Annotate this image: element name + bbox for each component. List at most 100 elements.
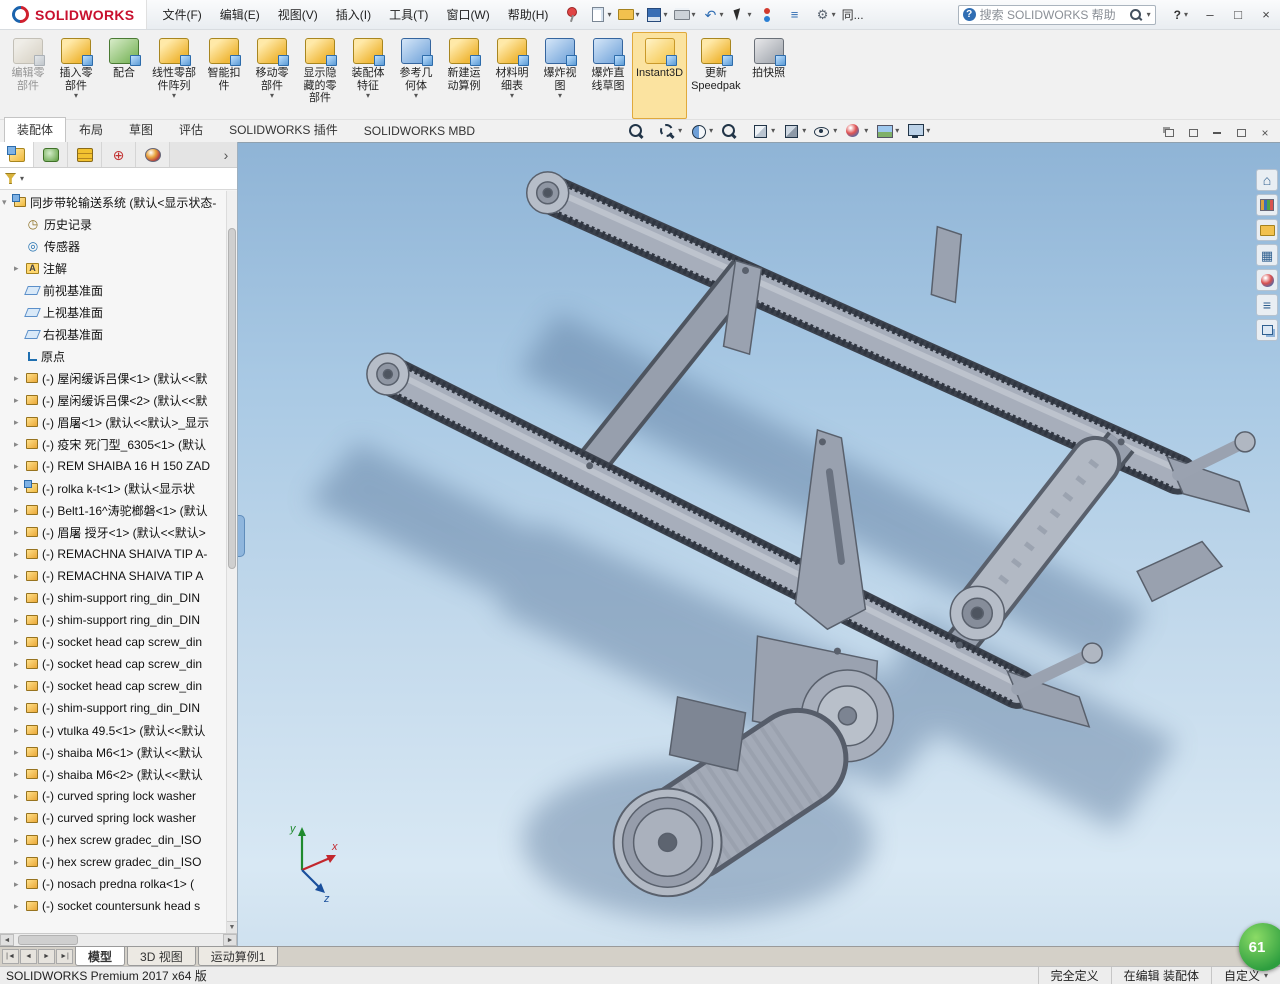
tree-item[interactable]: ▸ 历史记录: [0, 213, 226, 235]
tree-item[interactable]: ▸ (-) shaiba M6<1> (默认<<默认: [0, 741, 226, 763]
tree-item[interactable]: ▸ (-) socket countersunk head s: [0, 895, 226, 917]
panel-tab[interactable]: [102, 142, 136, 167]
view-tool-caret-icon[interactable]: ▾: [771, 127, 775, 135]
view-tool-button[interactable]: ▾: [657, 121, 682, 141]
tree-item[interactable]: ▸ (-) hex screw gradec_din_ISO: [0, 851, 226, 873]
tree-filter-row[interactable]: ▾: [0, 168, 237, 190]
tree-item[interactable]: ▸ (-) 屋闲缓诉吕倮<1> (默认<<默: [0, 367, 226, 389]
tree-item[interactable]: ▸ (-) REM SHAIBA 16 H 150 ZAD: [0, 455, 226, 477]
tree-item[interactable]: ▸ (-) socket head cap screw_din: [0, 653, 226, 675]
ribbon-dropdown-caret-icon[interactable]: ▾: [414, 92, 418, 100]
search-icon[interactable]: [1129, 8, 1143, 22]
document-close-button[interactable]: ×: [1254, 124, 1276, 142]
view-tool-caret-icon[interactable]: ▾: [926, 127, 930, 135]
tab-nav-button[interactable]: ►|: [56, 949, 73, 964]
toolbar-button[interactable]: ▾: [643, 6, 669, 24]
notification-badge[interactable]: 61: [1239, 923, 1280, 971]
maximize-button[interactable]: □: [1224, 0, 1252, 29]
expand-arrow-icon[interactable]: ▸: [14, 879, 25, 890]
tree-item[interactable]: ▸ 传感器: [0, 235, 226, 257]
ribbon-button[interactable]: 显示隐 藏的零 部件 ▾: [296, 32, 344, 119]
expand-arrow-icon[interactable]: ▸: [14, 395, 25, 406]
command-tab[interactable]: 草图: [116, 117, 166, 142]
expand-arrow-icon[interactable]: ▸: [14, 439, 25, 450]
view-tool-caret-icon[interactable]: ▾: [833, 127, 837, 135]
panel-tab[interactable]: [34, 142, 68, 167]
expand-arrow-icon[interactable]: ▸: [14, 373, 25, 384]
panel-tab[interactable]: [68, 142, 102, 167]
view-tool-button[interactable]: ▾: [781, 121, 806, 141]
expand-arrow-icon[interactable]: ▸: [14, 835, 25, 846]
tree-item[interactable]: ▸ 注解: [0, 257, 226, 279]
document-minimize-button[interactable]: [1206, 124, 1228, 142]
expand-arrow-icon[interactable]: ▸: [14, 505, 25, 516]
task-pane-tab-icon[interactable]: [1256, 194, 1278, 216]
ribbon-dropdown-caret-icon[interactable]: ▾: [366, 92, 370, 100]
menu-item[interactable]: 视图(V): [269, 2, 327, 27]
toolbar-button[interactable]: ▾: [784, 6, 810, 24]
help-button[interactable]: ? ▾: [1166, 8, 1196, 22]
ribbon-dropdown-caret-icon[interactable]: ▾: [510, 92, 514, 100]
expand-arrow-icon[interactable]: ▸: [14, 703, 25, 714]
panel-vertical-scrollbar[interactable]: ▼: [226, 191, 237, 933]
expand-arrow-icon[interactable]: ▸: [14, 637, 25, 648]
ribbon-button[interactable]: Instant3D ▾: [632, 32, 687, 119]
toolbar-button[interactable]: ▾: [728, 6, 754, 24]
ribbon-button[interactable]: 新建运 动算例 ▾: [440, 32, 488, 119]
tree-item[interactable]: ▸ 右视基准面: [0, 323, 226, 345]
menu-item[interactable]: 帮助(H): [499, 2, 558, 27]
ribbon-button[interactable]: 线性零部 件阵列 ▾: [148, 32, 200, 119]
command-tab[interactable]: 装配体: [4, 117, 66, 142]
model-tab[interactable]: 运动算例1: [198, 947, 279, 966]
scroll-right-icon[interactable]: ►: [223, 934, 237, 946]
ribbon-dropdown-caret-icon[interactable]: ▾: [558, 92, 562, 100]
tree-item[interactable]: ▸ (-) 眉屠 授牙<1> (默认<<默认>: [0, 521, 226, 543]
view-tool-button[interactable]: ▾: [843, 121, 868, 141]
tree-item[interactable]: ▸ (-) socket head cap screw_din: [0, 675, 226, 697]
ribbon-button[interactable]: 材料明 细表 ▾: [488, 32, 536, 119]
tab-nav-button[interactable]: ◄: [20, 949, 37, 964]
tree-item[interactable]: ▸ (-) rolka k-t<1> (默认<显示状: [0, 477, 226, 499]
ribbon-button[interactable]: 智能扣 件 ▾: [200, 32, 248, 119]
toolbar-button[interactable]: ▾: [700, 6, 726, 24]
tree-item[interactable]: ▸ (-) 疫宋 死门型_6305<1> (默认: [0, 433, 226, 455]
view-tool-button[interactable]: ▾: [812, 121, 837, 141]
ribbon-dropdown-caret-icon[interactable]: ▾: [270, 92, 274, 100]
tree-root-item[interactable]: ▾ 同步带轮输送系统 (默认<显示状态-: [0, 191, 226, 213]
tree-item[interactable]: ▸ (-) Belt1-16^涛驼榔磐<1> (默认: [0, 499, 226, 521]
tree-item[interactable]: ▸ (-) shim-support ring_din_DIN: [0, 609, 226, 631]
tree-item[interactable]: ▸ 上视基准面: [0, 301, 226, 323]
ribbon-button[interactable]: 编辑零 部件 ▾: [4, 32, 52, 119]
scroll-left-icon[interactable]: ◄: [0, 934, 14, 946]
expand-arrow-icon[interactable]: ▸: [14, 549, 25, 560]
document-restore-button[interactable]: [1230, 124, 1252, 142]
menu-item[interactable]: 插入(I): [327, 2, 380, 27]
ribbon-button[interactable]: 装配体 特征 ▾: [344, 32, 392, 119]
expand-arrow-icon[interactable]: ▸: [14, 857, 25, 868]
ribbon-button[interactable]: 参考几 何体 ▾: [392, 32, 440, 119]
scrollbar-thumb[interactable]: [18, 935, 78, 945]
view-tool-caret-icon[interactable]: ▾: [678, 127, 682, 135]
dropdown-caret-icon[interactable]: ▾: [691, 11, 695, 19]
dropdown-caret-icon[interactable]: ▾: [832, 11, 836, 19]
toolbar-button[interactable]: ▾: [615, 6, 641, 24]
ribbon-button[interactable]: 插入零 部件 ▾: [52, 32, 100, 119]
tree-item[interactable]: ▸ (-) 屋闲缓诉吕倮<2> (默认<<默: [0, 389, 226, 411]
tree-item[interactable]: ▸ (-) socket head cap screw_din: [0, 631, 226, 653]
task-pane-tab-icon[interactable]: [1256, 169, 1278, 191]
expand-arrow-icon[interactable]: ▸: [14, 461, 25, 472]
toolbar-overflow-label[interactable]: 同...: [842, 6, 864, 23]
dropdown-caret-icon[interactable]: ▾: [663, 11, 667, 19]
menu-item[interactable]: 工具(T): [380, 2, 437, 27]
task-pane-tab-icon[interactable]: [1256, 244, 1278, 266]
tree-item[interactable]: ▸ (-) shaiba M6<2> (默认<<默认: [0, 763, 226, 785]
tree-item[interactable]: ▸ (-) vtulka 49.5<1> (默认<<默认: [0, 719, 226, 741]
view-tool-button[interactable]: ▾: [719, 121, 744, 141]
expand-arrow-icon[interactable]: ▸: [14, 571, 25, 582]
view-tool-button[interactable]: ▾: [750, 121, 775, 141]
expand-arrow-icon[interactable]: ▸: [14, 813, 25, 824]
view-tool-caret-icon[interactable]: ▾: [864, 127, 868, 135]
menu-item[interactable]: 窗口(W): [437, 2, 498, 27]
expand-arrow-icon[interactable]: ▸: [14, 747, 25, 758]
ribbon-button[interactable]: 拍快照 ▾: [745, 32, 793, 119]
